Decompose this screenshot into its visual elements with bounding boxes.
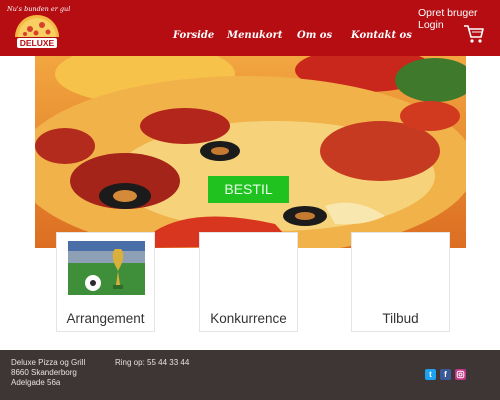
facebook-icon[interactable]: f bbox=[440, 369, 451, 380]
card-arrangement[interactable]: Arrangement bbox=[56, 232, 155, 332]
nav-menukort[interactable]: Menukort bbox=[227, 30, 282, 41]
card-tilbud[interactable]: Tilbud bbox=[351, 232, 450, 332]
header-bar: Nu's bunden er gul DELUXE Forside Menuko… bbox=[0, 0, 500, 56]
order-button[interactable]: BESTIL bbox=[208, 176, 289, 203]
world-cup-trophy-image bbox=[68, 241, 145, 295]
logo-tagline: Nu's bunden er gul bbox=[7, 5, 71, 13]
footer-address: Deluxe Pizza og Grill 8660 Skanderborg A… bbox=[11, 358, 85, 388]
footer-street: Adelgade 56a bbox=[11, 378, 61, 387]
nav-forside[interactable]: Forside bbox=[173, 30, 214, 41]
card-label: Tilbud bbox=[382, 311, 419, 326]
hero-pizza-image bbox=[35, 56, 466, 248]
logo-name: DELUXE bbox=[19, 38, 55, 48]
footer-phone: Ring op: 55 44 33 44 bbox=[115, 358, 190, 367]
footer-city: 8660 Skanderborg bbox=[11, 368, 77, 377]
card-label: Arrangement bbox=[66, 311, 145, 326]
twitter-icon[interactable]: t bbox=[425, 369, 436, 380]
login-link[interactable]: Login bbox=[418, 19, 444, 31]
card-konkurrence[interactable]: Konkurrence bbox=[199, 232, 298, 332]
shopping-cart-icon[interactable] bbox=[463, 24, 485, 44]
register-link[interactable]: Opret bruger bbox=[418, 7, 478, 19]
card-label: Konkurrence bbox=[210, 311, 287, 326]
logo[interactable]: Nu's bunden er gul DELUXE bbox=[6, 3, 71, 53]
nav-om-os[interactable]: Om os bbox=[297, 30, 332, 41]
nav-kontakt-os[interactable]: Kontakt os bbox=[351, 30, 412, 41]
instagram-icon[interactable] bbox=[455, 369, 466, 380]
footer-company-name: Deluxe Pizza og Grill bbox=[11, 358, 86, 367]
